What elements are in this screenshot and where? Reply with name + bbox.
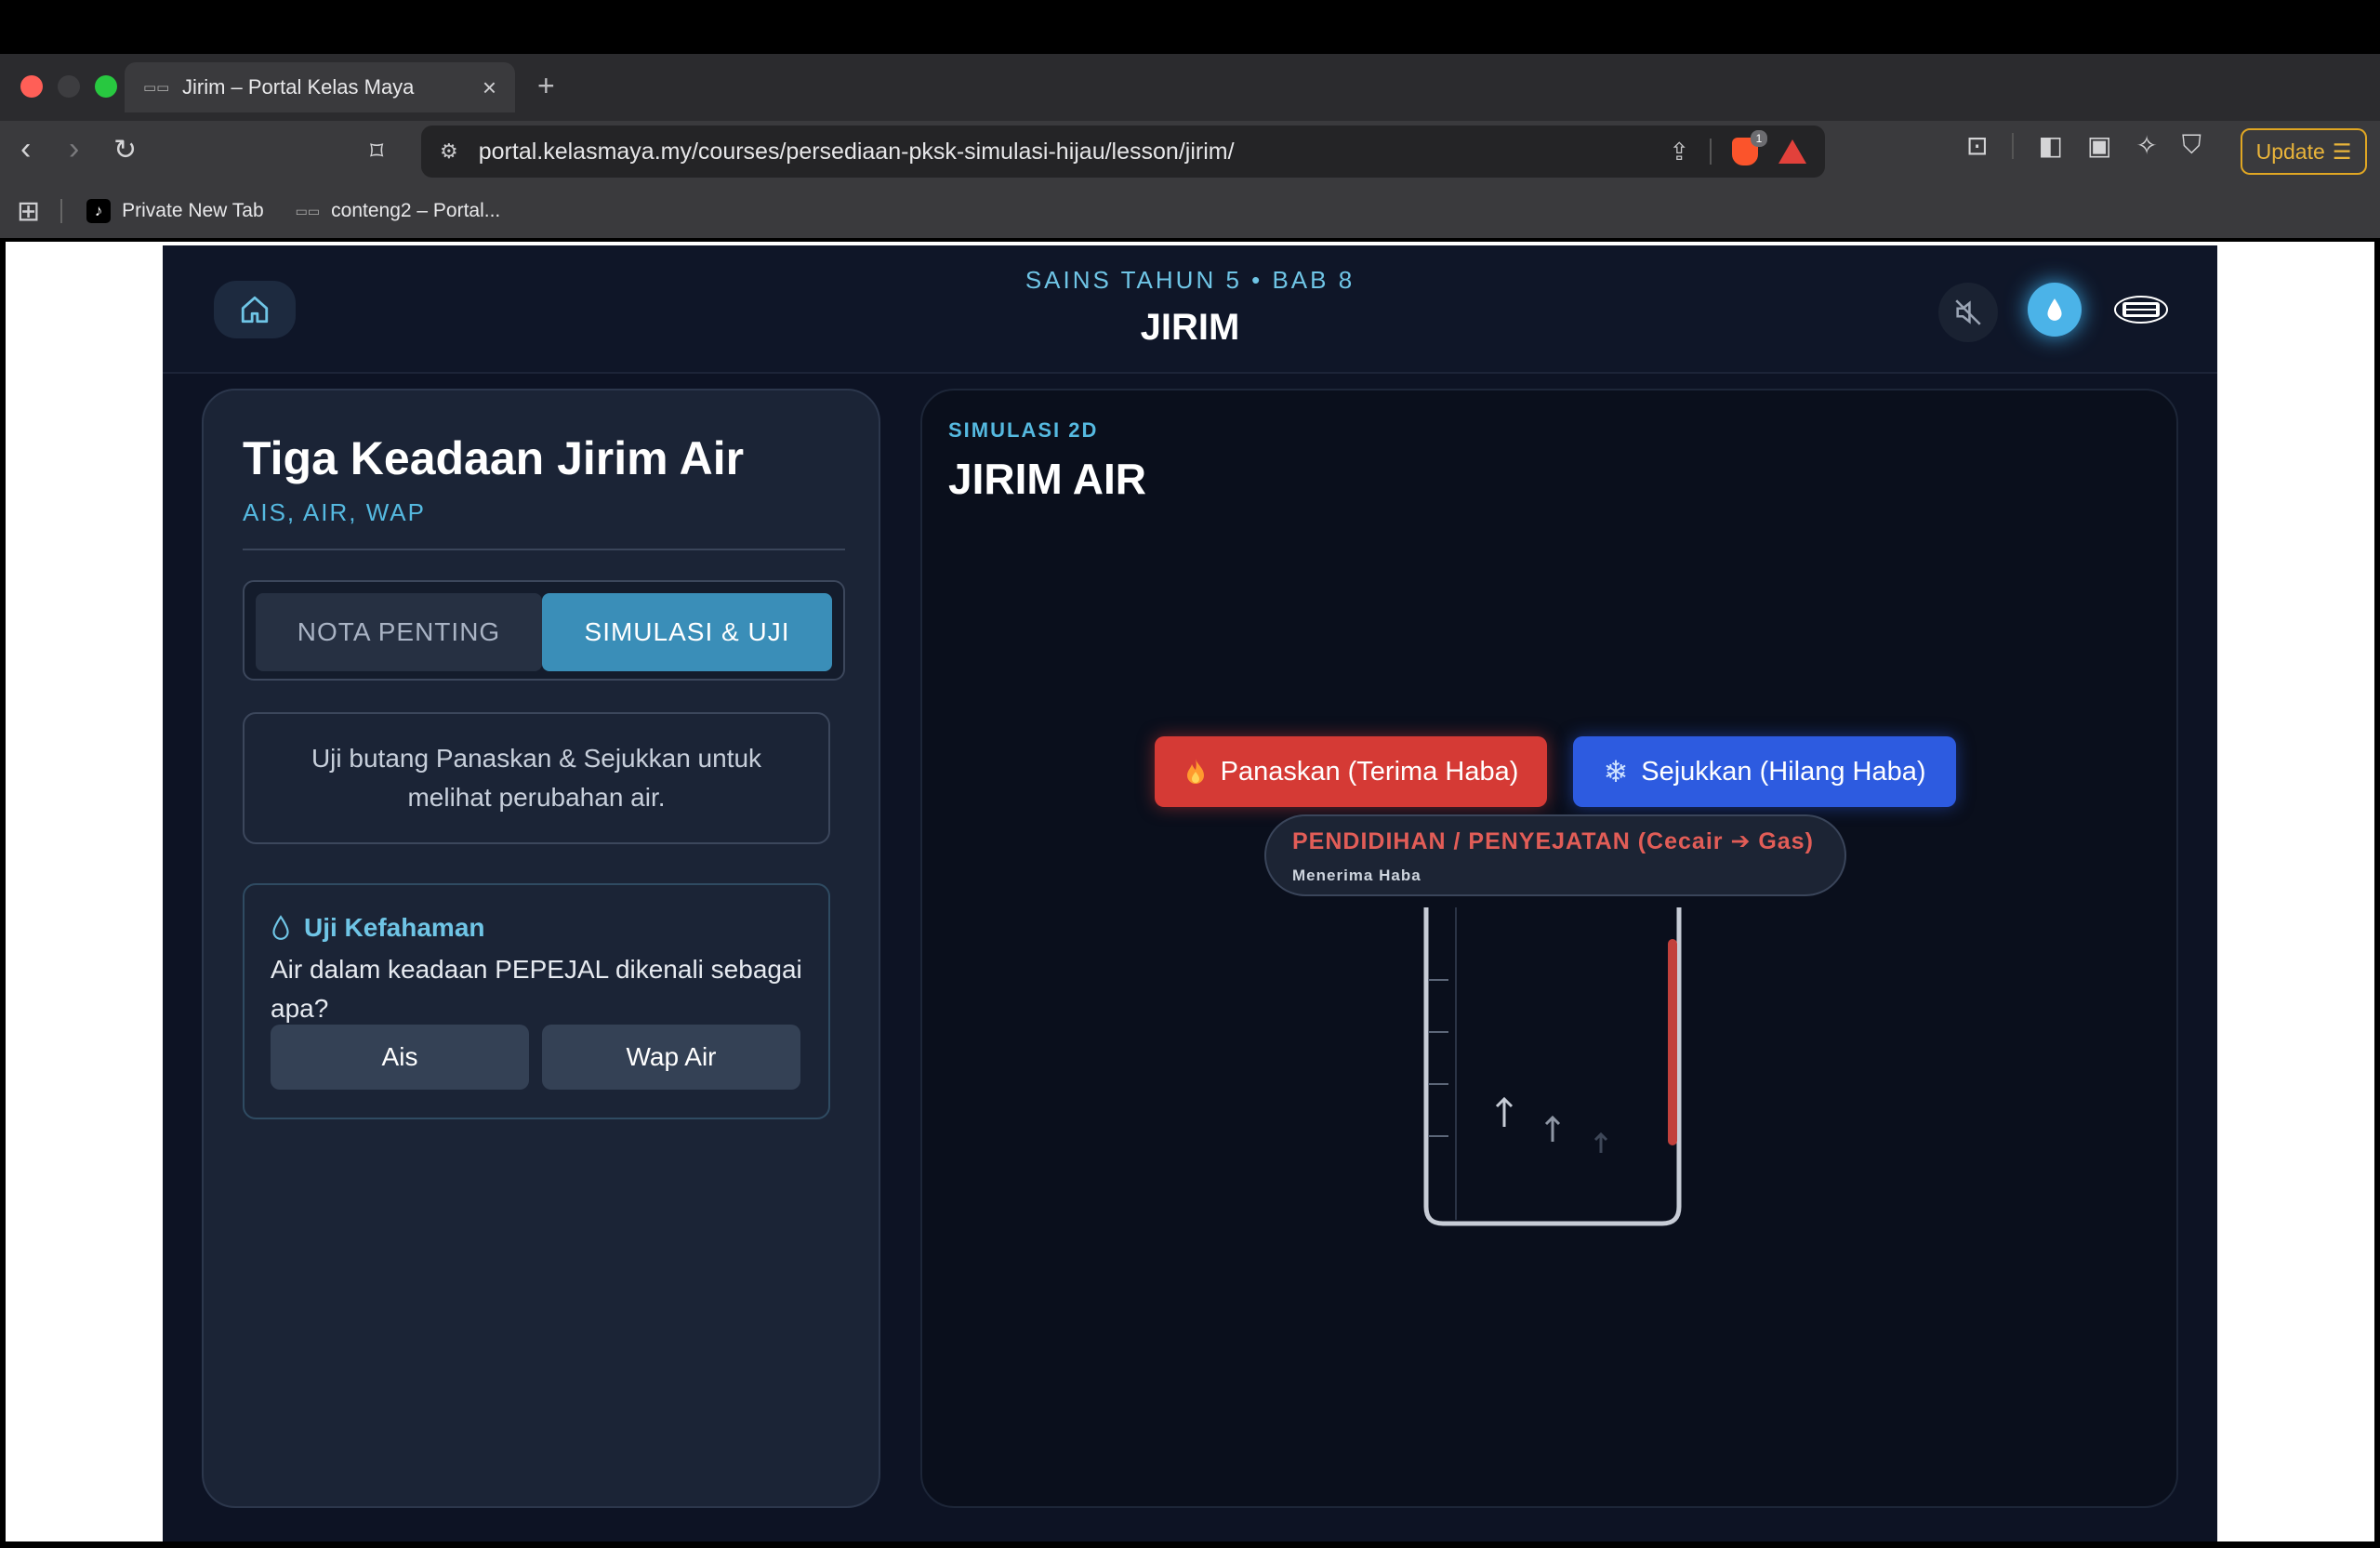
bookmark-conteng2[interactable]: ▭▭ conteng2 – Portal...	[296, 200, 501, 222]
back-icon[interactable]: ‹	[20, 131, 31, 167]
site-favicon-icon: ▭▭	[295, 203, 321, 218]
address-bar[interactable]: ⚙ portal.kelasmaya.my/courses/persediaan…	[421, 126, 1825, 178]
water-drop-icon	[272, 915, 289, 940]
process-title: PENDIDIHAN / PENYEJATAN (Cecair ➔ Gas)	[1292, 828, 1814, 854]
tiktok-icon: ♪	[86, 199, 112, 223]
tab-title: Jirim – Portal Kelas Maya	[182, 75, 415, 99]
vapor-arrows	[1495, 1096, 1608, 1153]
tab-nota-penting[interactable]: NOTA PENTING	[256, 593, 542, 671]
close-window-button[interactable]	[20, 75, 43, 98]
sidebar-icon[interactable]: ◧	[2038, 130, 2062, 161]
update-button[interactable]: Update ☰	[2241, 128, 2367, 175]
simulation-panel: SIMULASI 2D JIRIM AIR Panaskan (Terima H…	[920, 389, 2178, 1508]
macos-menubar-area	[0, 0, 2380, 54]
snowflake-icon: ❄	[1603, 755, 1629, 788]
wallet-icon[interactable]: ▣	[2087, 130, 2111, 161]
lesson-subtitle: AIS, AIR, WAP	[243, 498, 426, 526]
bookmark-icon[interactable]: ⌑	[370, 136, 383, 166]
brave-shields-icon[interactable]: 1	[1732, 130, 1767, 165]
mute-icon	[1955, 299, 1981, 325]
answer-wap-air-button[interactable]: Wap Air	[542, 1025, 800, 1090]
zoom-window-button[interactable]	[95, 75, 117, 98]
browser-tab-active[interactable]: ▭▭ Jirim – Portal Kelas Maya ×	[125, 62, 515, 112]
logo-graphic	[2114, 296, 2168, 324]
reader-mode-icon[interactable]: ⊡	[1966, 130, 1988, 161]
forward-icon[interactable]: ›	[69, 131, 79, 167]
cool-button[interactable]: ❄ Sejukkan (Hilang Haba)	[1573, 736, 1956, 807]
vpn-shield-icon[interactable]: ⛉	[2182, 130, 2202, 161]
divider	[1710, 139, 1712, 165]
bookmark-label: conteng2 – Portal...	[331, 200, 501, 221]
brave-rewards-icon[interactable]	[1778, 139, 1806, 164]
update-label: Update	[2255, 139, 2325, 164]
process-status: PENDIDIHAN / PENYEJATAN (Cecair ➔ Gas) M…	[1264, 814, 1846, 896]
quiz-heading-label: Uji Kefahaman	[304, 913, 485, 942]
heat-button-label: Panaskan (Terima Haba)	[1220, 756, 1519, 787]
quiz-heading: Uji Kefahaman	[271, 913, 485, 943]
divider	[60, 199, 63, 223]
heat-button[interactable]: Panaskan (Terima Haba)	[1155, 736, 1547, 807]
menu-icon: ☰	[2332, 139, 2352, 164]
lesson-tabs: NOTA PENTING SIMULASI & UJI	[243, 580, 845, 681]
app-header: SAINS TAHUN 5 • BAB 8 JIRIM	[163, 245, 2217, 374]
beaker	[1423, 907, 1682, 1226]
quiz-question: Air dalam keadaan PEPEJAL dikenali sebag…	[271, 955, 802, 1023]
lesson-app: SAINS TAHUN 5 • BAB 8 JIRIM Tiga Keadaan…	[163, 245, 2217, 1541]
divider	[243, 549, 845, 550]
instruction-box: Uji butang Panaskan & Sejukkan untuk mel…	[243, 712, 830, 844]
reload-icon[interactable]: ↻	[113, 134, 137, 166]
kelas-maya-logo[interactable]	[2113, 294, 2169, 325]
tab-favicon-icon: ▭▭	[143, 80, 170, 96]
shields-badge: 1	[1751, 130, 1767, 147]
leo-ai-icon[interactable]: ✧	[2135, 130, 2157, 161]
process-description: Menerima Haba	[1292, 867, 1421, 884]
bookmarks-bar: ⊞ ♪ Private New Tab ▭▭ conteng2 – Portal…	[0, 184, 2380, 238]
instruction-text: Uji butang Panaskan & Sejukkan untuk mel…	[311, 744, 762, 812]
url-text[interactable]: portal.kelasmaya.my/courses/persediaan-p…	[479, 139, 1669, 165]
simulation-subtitle: SIMULASI 2D	[948, 418, 1099, 442]
bookmark-private-new-tab[interactable]: ♪ Private New Tab	[86, 199, 264, 223]
water-theme-button[interactable]	[2028, 283, 2082, 337]
site-settings-icon[interactable]: ⚙	[440, 139, 458, 164]
answer-ais-button[interactable]: Ais	[271, 1025, 529, 1090]
new-tab-button[interactable]: +	[537, 69, 555, 103]
simulation-title: JIRIM AIR	[948, 455, 1146, 503]
sound-toggle-button[interactable]	[1938, 283, 1998, 342]
apps-grid-icon[interactable]: ⊞	[17, 195, 40, 228]
bookmark-label: Private New Tab	[122, 200, 264, 221]
share-icon[interactable]: ⇪	[1669, 138, 1689, 166]
divider	[2012, 132, 2015, 159]
cool-button-label: Sejukkan (Hilang Haba)	[1641, 756, 1926, 787]
fire-icon	[1186, 759, 1204, 784]
course-subtitle: SAINS TAHUN 5 • BAB 8	[1025, 266, 1355, 294]
lesson-panel: Tiga Keadaan Jirim Air AIS, AIR, WAP NOT…	[202, 389, 880, 1508]
page-title: JIRIM	[1140, 307, 1240, 348]
quiz-card: Uji Kefahaman Air dalam keadaan PEPEJAL …	[243, 883, 830, 1119]
water-drop-icon	[2047, 298, 2062, 321]
tab-close-icon[interactable]: ×	[483, 73, 496, 102]
minimize-window-button[interactable]	[58, 75, 80, 98]
lesson-title: Tiga Keadaan Jirim Air	[243, 432, 745, 484]
tab-simulasi-uji[interactable]: SIMULASI & UJI	[542, 593, 832, 671]
toolbar-actions: ⊡ ◧ ▣ ✧ ⛉	[1966, 130, 2202, 161]
